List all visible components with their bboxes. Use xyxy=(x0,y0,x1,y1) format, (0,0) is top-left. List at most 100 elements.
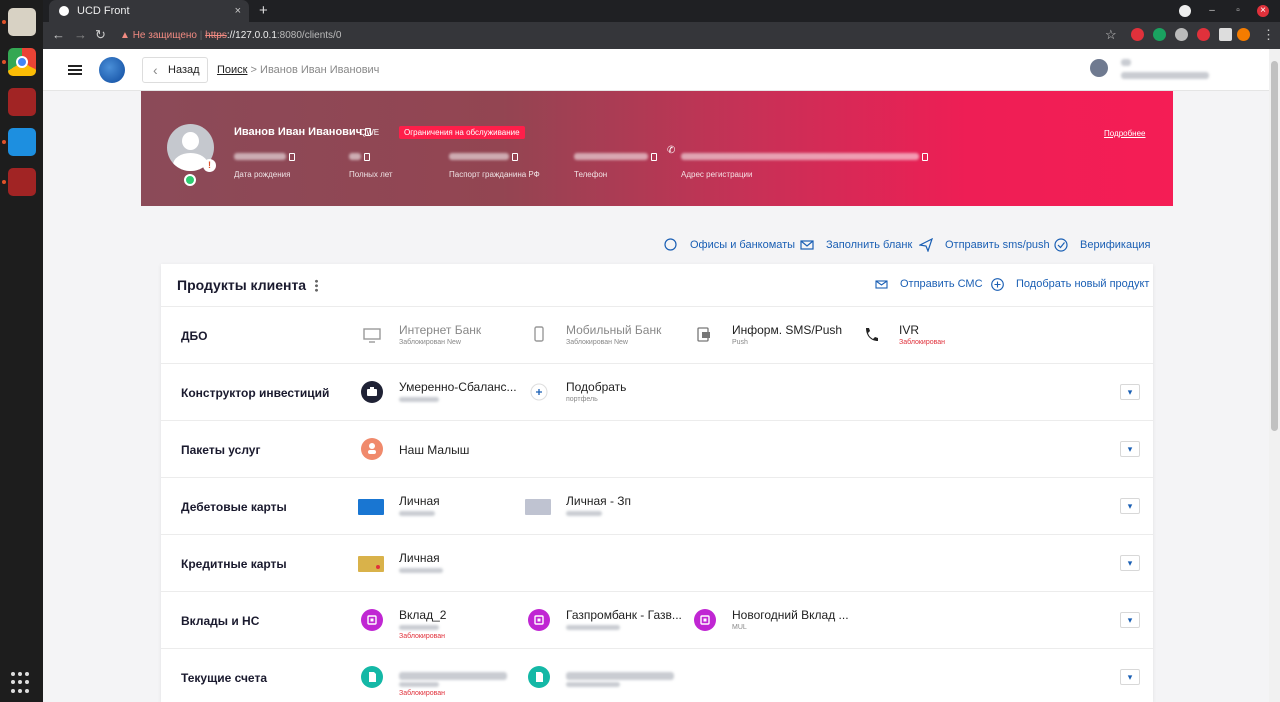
copy-icon[interactable] xyxy=(512,152,518,161)
restriction-badge[interactable]: Ограничения на обслуживание xyxy=(399,126,525,139)
app-icon[interactable] xyxy=(8,168,36,196)
item-status: Push xyxy=(732,339,748,346)
user-info[interactable] xyxy=(1121,59,1209,79)
browser-tab[interactable]: UCD Front × xyxy=(49,0,249,22)
running-indicator xyxy=(2,180,6,184)
bookmark-star-icon[interactable]: ☆ xyxy=(1105,27,1117,43)
item-detail xyxy=(566,681,620,688)
deposit-icon xyxy=(528,609,550,631)
expand-chevron-icon[interactable]: ▾ xyxy=(1120,669,1140,685)
breadcrumb-search-link[interactable]: Поиск xyxy=(217,64,247,76)
scrollbar-thumb[interactable] xyxy=(1271,61,1278,431)
phone-icon xyxy=(534,326,544,342)
address-field: Адрес регистрации xyxy=(681,148,928,179)
app-grid-icon[interactable] xyxy=(11,672,33,694)
menu-icon[interactable] xyxy=(68,65,82,75)
item-status: портфель xyxy=(566,396,598,403)
expand-chevron-icon[interactable]: ▾ xyxy=(1120,441,1140,457)
item-name: Информ. SMS/Push xyxy=(732,323,843,337)
address-value xyxy=(681,153,919,161)
files-icon[interactable] xyxy=(8,8,36,36)
item-status: Заблокирован xyxy=(399,690,446,697)
fill-form-label: Заполнить бланк xyxy=(826,239,913,251)
product-row-packages: Пакеты услуг Наш Малыш ▾ xyxy=(161,420,1153,477)
reload-icon[interactable]: ↻ xyxy=(95,27,106,43)
new-tab-button[interactable]: + xyxy=(259,0,268,22)
profile-menu-icon[interactable] xyxy=(1179,5,1191,17)
spiral-app-icon[interactable] xyxy=(8,128,36,156)
deposit-icon xyxy=(361,609,383,631)
card-gold-icon xyxy=(358,556,384,572)
offices-button[interactable]: Офисы и банкоматы xyxy=(664,236,795,254)
verify-label: Верификация xyxy=(1080,239,1151,251)
expand-chevron-icon[interactable]: ▾ xyxy=(1120,384,1140,400)
forward-nav-icon[interactable]: → xyxy=(74,27,87,42)
extension-icon[interactable] xyxy=(1197,28,1210,41)
verify-button[interactable]: Верификация xyxy=(1054,236,1151,254)
favicon-icon xyxy=(59,6,69,16)
baby-icon xyxy=(361,438,383,460)
phone-value xyxy=(574,153,648,161)
item-status: Заблокирован New xyxy=(399,339,461,346)
expand-chevron-icon[interactable]: ▾ xyxy=(1120,498,1140,514)
more-link[interactable]: Подробнее xyxy=(1104,129,1146,138)
product-row-debit: Дебетовые карты Личная Личная - Зп ▾ xyxy=(161,477,1153,534)
close-window-icon[interactable]: × xyxy=(1257,5,1269,17)
warning-icon: ▲ xyxy=(120,30,133,41)
puzzle-icon[interactable] xyxy=(1219,28,1232,41)
birthdate-value xyxy=(234,153,286,161)
page-scrollbar[interactable] xyxy=(1269,49,1280,702)
item-name: Личная xyxy=(399,494,440,508)
copy-icon[interactable] xyxy=(651,152,657,161)
item-status: Заблокирован New xyxy=(566,339,628,346)
url-field[interactable]: ▲ Не защищено | https://127.0.0.1:8080/c… xyxy=(120,26,341,45)
item-name xyxy=(399,668,507,682)
user-avatar-icon[interactable] xyxy=(1090,59,1108,77)
products-title: Продукты клиента xyxy=(177,277,307,293)
item-detail xyxy=(399,396,439,403)
send-sms-button[interactable]: Отправить sms/push xyxy=(919,236,1050,254)
extension-icon[interactable] xyxy=(1153,28,1166,41)
back-button[interactable]: ‹ Назад xyxy=(142,57,208,83)
more-vert-icon[interactable] xyxy=(315,279,318,292)
app-icon[interactable] xyxy=(8,88,36,116)
browser-menu-icon[interactable]: ⋮ xyxy=(1262,27,1275,43)
monitor-icon xyxy=(363,328,381,343)
profile-avatar-icon[interactable] xyxy=(1237,28,1250,41)
tab-title: UCD Front xyxy=(77,5,130,17)
item-name: Новогодний Вклад ... xyxy=(732,608,849,622)
maximize-icon[interactable]: ▫ xyxy=(1232,5,1244,17)
chrome-icon[interactable] xyxy=(8,48,36,76)
send-sms-card-button[interactable]: Отправить СМС xyxy=(875,278,983,290)
item-name: Мобильный Банк xyxy=(566,323,662,337)
expand-chevron-icon[interactable]: ▾ xyxy=(1120,555,1140,571)
minimize-icon[interactable]: – xyxy=(1206,5,1218,17)
item-detail xyxy=(566,510,602,517)
copy-icon[interactable] xyxy=(289,152,295,161)
extension-icon[interactable] xyxy=(1175,28,1188,41)
browser-tabbar: UCD Front × + – ▫ × xyxy=(43,0,1280,22)
client-name: Иванов Иван Иванович xyxy=(234,126,372,138)
send-sms-label: Отправить sms/push xyxy=(945,239,1050,251)
app-header: ‹ Назад Поиск > Иванов Иван Иванович xyxy=(43,49,1269,91)
tab-close-icon[interactable]: × xyxy=(235,0,241,22)
age-field: Полных лет xyxy=(349,148,393,179)
back-nav-icon[interactable]: ← xyxy=(52,27,65,42)
new-product-label: Подобрать новый продукт xyxy=(1016,278,1150,290)
expand-chevron-icon[interactable]: ▾ xyxy=(1120,612,1140,628)
running-indicator xyxy=(2,140,6,144)
breadcrumb-separator: > xyxy=(250,64,257,76)
phone-call-icon[interactable]: ✆ xyxy=(667,145,675,156)
birthdate-label: Дата рождения xyxy=(234,170,291,179)
copy-icon[interactable] xyxy=(922,152,928,161)
new-product-button[interactable]: Подобрать новый продукт xyxy=(991,278,1150,291)
bank-logo[interactable] xyxy=(99,57,125,83)
phone-label: Телефон xyxy=(574,170,608,179)
extension-icon[interactable] xyxy=(1131,28,1144,41)
offices-label: Офисы и банкоматы xyxy=(690,239,796,251)
copy-icon[interactable] xyxy=(364,152,370,161)
address-bar: ← → ↻ ▲ Не защищено | https://127.0.0.1:… xyxy=(43,22,1280,49)
fill-form-button[interactable]: Заполнить бланк xyxy=(800,236,912,254)
item-name: Подобрать xyxy=(566,380,627,394)
item-name xyxy=(566,668,674,682)
